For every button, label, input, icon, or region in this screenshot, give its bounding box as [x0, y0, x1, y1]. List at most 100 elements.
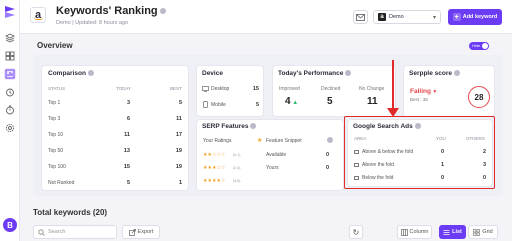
annotation-highlight-box: [344, 116, 495, 189]
alarm-icon[interactable]: [4, 86, 16, 98]
table-row-best: 19: [175, 148, 182, 154]
search-input[interactable]: Search: [33, 225, 117, 239]
improved-label: Improved: [279, 86, 300, 92]
table-row-status: Top 10: [48, 132, 64, 138]
app-logo-icon[interactable]: [4, 5, 16, 19]
chevron-down-icon: ▾: [432, 15, 436, 21]
star-icon: ★: [257, 138, 263, 144]
mail-icon: [356, 13, 365, 21]
arrow-up-icon: ▲: [290, 100, 299, 106]
user-avatar[interactable]: B: [3, 218, 17, 232]
top-header: a Keywords' Ranking Demo | Updated: 8 ho…: [20, 0, 512, 34]
add-keyword-button[interactable]: + Add keyword: [448, 9, 502, 25]
info-icon[interactable]: [454, 70, 460, 77]
serp-row-label: Available: [266, 152, 287, 158]
overview-title: Overview: [37, 41, 73, 50]
col-header-best: BEST: [170, 86, 182, 91]
rating-stars: ★★★☆☆: [203, 165, 226, 171]
columns-icon: [400, 228, 408, 236]
table-row-today: 15: [123, 164, 130, 170]
mobile-icon: [203, 101, 208, 108]
table-row-today: 5: [126, 180, 130, 186]
list-view-button[interactable]: List: [439, 225, 466, 239]
layers-icon[interactable]: [4, 32, 16, 44]
grid-icon: [473, 228, 481, 236]
nochange-value: 11: [367, 96, 378, 107]
list-icon: [443, 229, 450, 235]
table-row-today: 13: [123, 148, 130, 154]
export-icon: [128, 228, 136, 236]
rankings-icon[interactable]: [4, 68, 16, 80]
table-row-status: Top 1: [48, 100, 61, 106]
settings-icon[interactable]: [4, 122, 16, 134]
table-row-status: Top 50: [48, 148, 64, 154]
serpple-score-ring: 28: [468, 86, 490, 108]
serpple-title: Serpple score: [409, 70, 460, 77]
serp-row-label: Yours: [266, 165, 279, 171]
declined-value: 5: [327, 96, 333, 107]
table-row-best: 11: [176, 116, 182, 122]
mail-button[interactable]: [353, 10, 368, 24]
declined-label: Declined: [321, 86, 341, 92]
table-row-best: 19: [175, 164, 182, 170]
store-select[interactable]: a Demo ▾: [373, 10, 441, 24]
table-row-today: 3: [126, 100, 130, 106]
amazon-logo-icon: a: [30, 7, 46, 23]
nochange-label: No Change: [359, 86, 385, 92]
serp-row-value: 0: [325, 165, 329, 171]
device-mobile-label: Mobile: [211, 102, 226, 108]
table-row-today: 6: [126, 116, 130, 122]
rating-range: (0-1): [233, 152, 241, 157]
table-row-today: 11: [124, 132, 130, 138]
col-header-today: TODAY: [116, 86, 132, 91]
col-header-status: STATUS: [48, 86, 66, 91]
page-subtitle: Demo | Updated: 8 hours ago: [56, 20, 129, 26]
rating-range: (4-5): [233, 178, 241, 183]
table-row-status: Top 3: [48, 116, 61, 122]
serp-features-card: SERP Features Your Ratings ★ Feature Sni…: [196, 119, 344, 191]
info-icon[interactable]: [87, 70, 94, 77]
comparison-card: Comparison STATUS TODAY BEST Top 1 3 5 T…: [41, 65, 189, 191]
info-icon[interactable]: [345, 70, 352, 77]
column-button[interactable]: Column: [397, 225, 432, 239]
total-keywords-title: Total keywords (20): [33, 208, 108, 217]
info-icon[interactable]: [159, 8, 166, 15]
refresh-button[interactable]: ↻: [349, 225, 363, 239]
timer-icon[interactable]: [4, 104, 16, 116]
table-row-status: Top 100: [48, 164, 66, 170]
performance-title: Today's Performance: [278, 70, 352, 77]
rating-range: (2-4): [233, 165, 241, 170]
serp-row-value: 0: [325, 152, 329, 158]
table-row-best: 17: [175, 132, 182, 138]
rating-stars: ★★★★☆: [203, 178, 226, 184]
page-title: Keywords' Ranking: [56, 5, 166, 17]
table-row-best: 1: [178, 180, 182, 186]
device-desktop-value: 15: [252, 86, 259, 92]
improved-value: 4 ▲: [285, 96, 299, 107]
annotation-arrow: [392, 60, 394, 112]
export-button[interactable]: Export: [122, 225, 160, 239]
table-row-best: 5: [178, 100, 182, 106]
serpple-score-card: Serpple score Falling ▼ Best : 38 28: [403, 65, 495, 117]
sidebar: B: [0, 0, 20, 241]
device-card: Device Desktop 15 Mobile 5: [196, 65, 264, 117]
info-icon[interactable]: [327, 137, 333, 143]
performance-card: Today's Performance Improved 4 ▲ Decline…: [272, 65, 396, 117]
serp-title: SERP Features: [202, 123, 257, 130]
serpple-best: Best : 38: [410, 97, 428, 102]
table-row-status: Not Ranked: [48, 180, 75, 186]
overview-toggle[interactable]: Hide: [469, 42, 489, 50]
device-desktop-label: Desktop: [211, 86, 230, 92]
your-ratings-label: Your Ratings: [203, 138, 232, 144]
plus-icon: +: [452, 13, 461, 21]
desktop-icon: [202, 86, 209, 92]
serpple-status: Falling ▼: [410, 88, 438, 95]
store-select-value: Demo: [389, 14, 404, 20]
info-icon[interactable]: [250, 123, 257, 130]
search-icon: [38, 228, 45, 236]
grid-view-button[interactable]: Grid: [468, 225, 498, 239]
arrow-down-icon: ▼: [430, 89, 438, 95]
feature-snippet-label: Feature Snippet: [266, 138, 302, 144]
dashboard-icon[interactable]: [4, 50, 16, 62]
device-mobile-value: 5: [255, 102, 259, 108]
